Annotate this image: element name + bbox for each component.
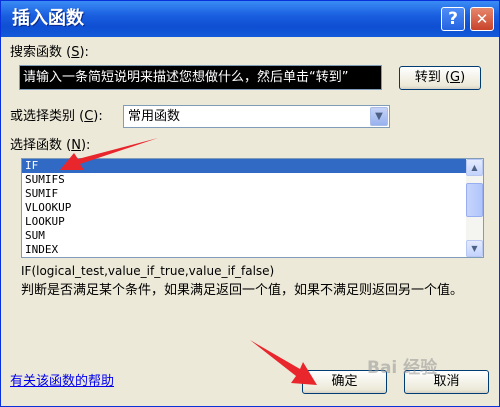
annotation-arrow-icon bbox=[250, 340, 317, 385]
annotation-arrow-icon bbox=[60, 138, 158, 170]
annotation-overlay bbox=[60, 138, 317, 385]
